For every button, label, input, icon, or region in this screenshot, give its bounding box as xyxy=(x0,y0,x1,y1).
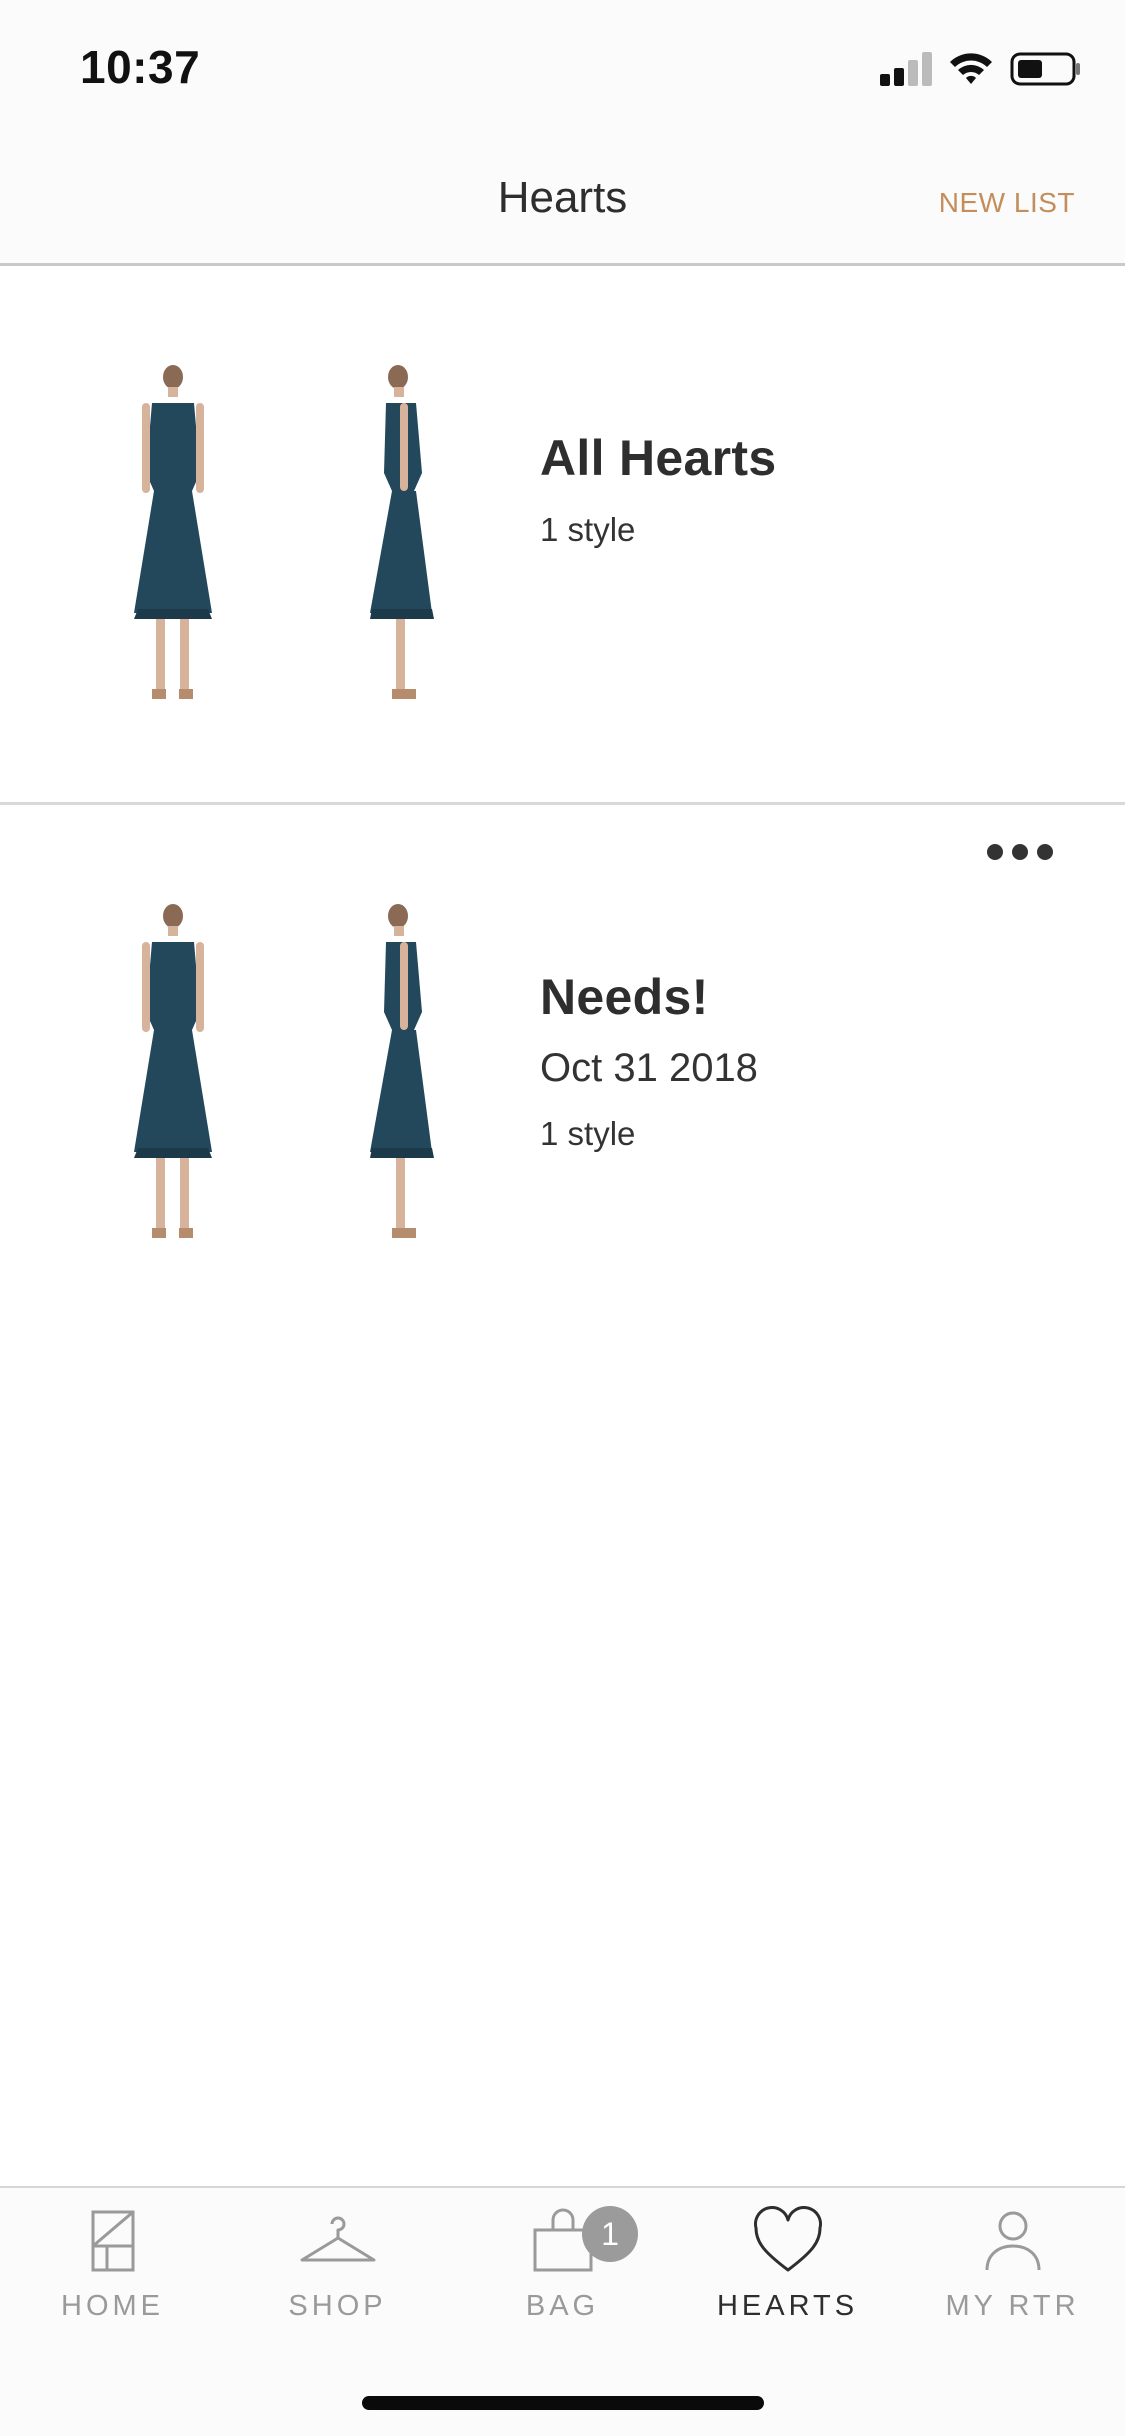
cellular-signal-icon xyxy=(880,52,936,86)
dress-side-image xyxy=(370,365,434,699)
list-date: Oct 31 2018 xyxy=(540,1046,758,1090)
list-info: All Hearts 1 style xyxy=(540,429,776,549)
tab-label: HEARTS xyxy=(716,2290,859,2322)
list-style-count: 1 style xyxy=(540,511,636,548)
list-title: Needs! xyxy=(540,969,709,1025)
tab-label: MY RTR xyxy=(945,2290,1080,2322)
list-style-count: 1 style xyxy=(540,1115,636,1152)
dress-front-image xyxy=(134,904,212,1238)
battery-icon xyxy=(1010,52,1080,86)
status-bar: 10:37 xyxy=(0,0,1125,135)
status-time: 10:37 xyxy=(80,41,201,93)
home-icon xyxy=(91,2210,134,2272)
tab-label: SHOP xyxy=(288,2290,387,2322)
home-indicator[interactable] xyxy=(362,2396,764,2410)
new-list-button[interactable]: NEW LIST xyxy=(939,187,1075,219)
list-title: All Hearts xyxy=(540,430,777,486)
wifi-icon xyxy=(950,53,992,84)
tab-bag[interactable]: 1 BAG xyxy=(450,2206,675,2346)
dress-front-image xyxy=(134,365,212,699)
more-options-button[interactable] xyxy=(987,840,1053,864)
bag-count-badge: 1 xyxy=(582,2206,638,2262)
list-item-needs[interactable]: Needs! Oct 31 2018 1 style xyxy=(0,808,1125,1368)
more-dot-icon xyxy=(1012,844,1028,860)
heart-icon xyxy=(753,2206,822,2272)
tab-hearts[interactable]: HEARTS xyxy=(675,2206,900,2346)
list-info: Needs! Oct 31 2018 1 style xyxy=(540,968,758,1153)
tab-label: HOME xyxy=(61,2290,164,2322)
hanger-icon xyxy=(300,2216,375,2262)
nav-header: Hearts NEW LIST xyxy=(0,135,1125,266)
person-icon xyxy=(985,2211,1040,2271)
tab-label: BAG xyxy=(525,2290,600,2322)
more-dot-icon xyxy=(1037,844,1053,860)
dress-side-image xyxy=(370,904,434,1238)
tab-home[interactable]: HOME xyxy=(0,2206,225,2346)
more-dot-icon xyxy=(987,844,1003,860)
list-item-all-hearts[interactable]: All Hearts 1 style xyxy=(0,269,1125,805)
tab-my-rtr[interactable]: MY RTR xyxy=(900,2206,1125,2346)
tab-shop[interactable]: SHOP xyxy=(225,2206,450,2346)
